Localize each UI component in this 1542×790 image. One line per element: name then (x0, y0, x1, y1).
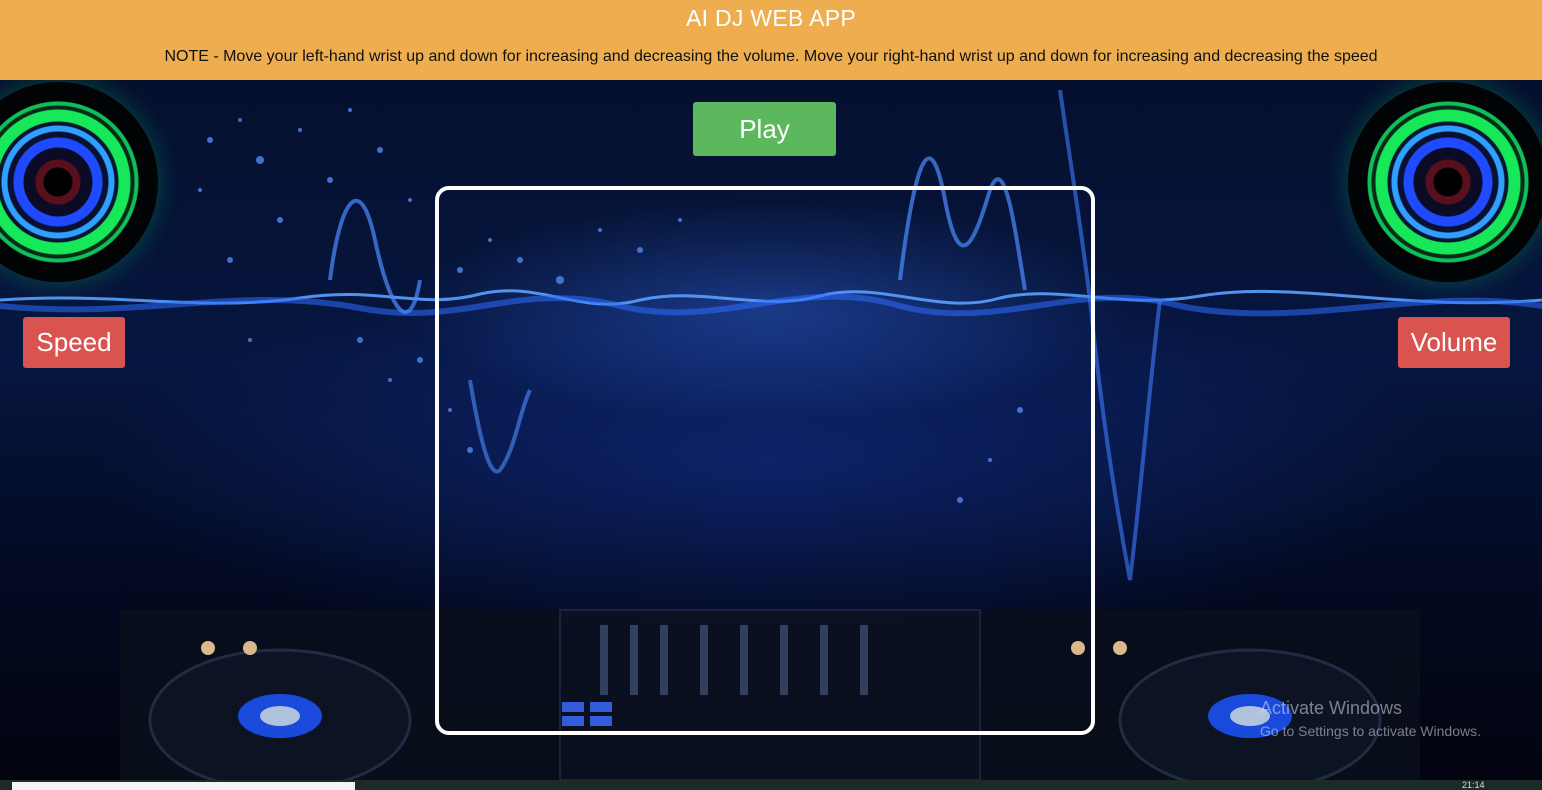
speed-button[interactable]: Speed (23, 317, 125, 368)
volume-button[interactable]: Volume (1398, 317, 1510, 368)
windows-taskbar: 21:14 (0, 780, 1542, 790)
activate-windows-watermark: Activate Windows Go to Settings to activ… (1260, 698, 1481, 739)
play-button[interactable]: Play (693, 102, 836, 156)
taskbar-search-input[interactable] (12, 782, 355, 790)
app-header: AI DJ WEB APP NOTE - Move your left-hand… (0, 0, 1542, 80)
right-speaker-icon (1348, 82, 1542, 282)
taskbar-clock[interactable]: 21:14 (1462, 780, 1485, 790)
webcam-canvas (435, 186, 1095, 735)
dj-stage: Play Speed Volume Activate Windows Go to… (0, 80, 1542, 780)
instruction-note: NOTE - Move your left-hand wrist up and … (164, 48, 1378, 65)
watermark-title: Activate Windows (1260, 698, 1403, 718)
watermark-subtitle: Go to Settings to activate Windows. (1260, 723, 1481, 739)
page-title: AI DJ WEB APP (685, 5, 857, 31)
